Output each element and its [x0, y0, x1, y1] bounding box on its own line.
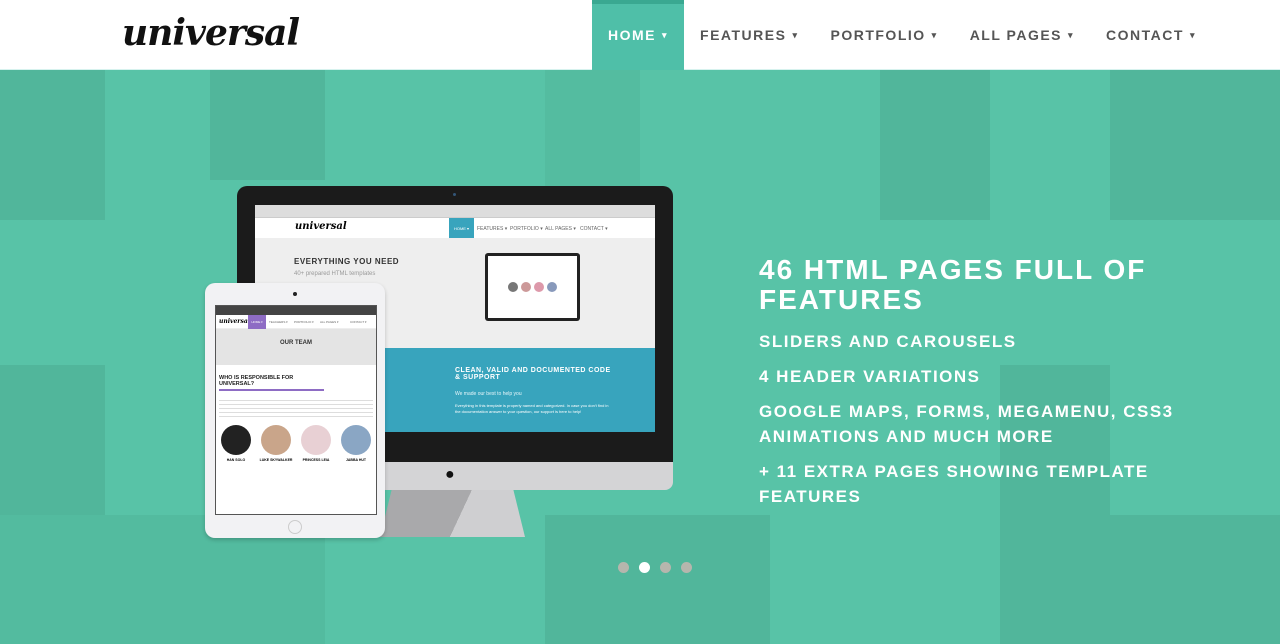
- tablet-status-bar: [216, 306, 376, 315]
- tablet-banner: OUR TEAM: [216, 329, 376, 365]
- team-member: LUKE SKYWALKER: [257, 425, 295, 462]
- laptop-image: [485, 253, 580, 321]
- feature-item: 4 HEADER VARIATIONS: [759, 367, 981, 386]
- nav-label: PORTFOLIO: [830, 27, 926, 43]
- mock-nav-item: CONTACT ▾: [350, 320, 367, 324]
- team-list: HAN SOLO LUKE SKYWALKER PRINCESS LEIA JA…: [216, 425, 376, 462]
- tablet-text-lines: [219, 397, 373, 419]
- member-name: HAN SOLO: [226, 458, 246, 462]
- member-name: PRINCESS LEIA: [302, 458, 330, 462]
- bg-photo-tile: [1110, 70, 1280, 220]
- band-sub: We made our best to help you: [455, 391, 522, 397]
- navbar: universal HOME ▾ FEATURES ▾ PORTFOLIO ▾ ALL…: [0, 0, 1280, 70]
- camera-dot: [453, 193, 456, 196]
- carousel-dot-1[interactable]: [618, 562, 629, 573]
- mock-nav-item: HOME ▾: [248, 315, 266, 329]
- nav-home[interactable]: HOME ▾: [592, 0, 685, 70]
- feature-item: SLIDERS AND CAROUSELS: [759, 332, 1017, 351]
- mock-nav-item: ALL PAGES ▾: [320, 320, 339, 324]
- mock-nav-item: CONTACT ▾: [580, 226, 608, 232]
- bg-photo-tile: [545, 515, 770, 644]
- bg-photo-tile: [880, 70, 990, 220]
- tablet-mockup: universal HOME ▾ TEACHERS ▾ PORTFOLIO ▾ …: [205, 283, 385, 538]
- mock-nav-item: PORTFOLIO ▾: [510, 226, 543, 232]
- team-member: JABBA HUT: [337, 425, 375, 462]
- mock-heading: EVERYTHING YOU NEED: [294, 257, 400, 266]
- hero-copy: 46 HTML PAGES FULL OF FEATURES SLIDERS A…: [759, 255, 1189, 519]
- nav-all-pages[interactable]: ALL PAGES ▾: [954, 0, 1090, 70]
- mock-sub: 40+ prepared HTML templates: [294, 271, 376, 277]
- home-button-icon: [288, 520, 302, 534]
- apple-logo-icon: ●: [445, 466, 455, 483]
- caret-down-icon: ▾: [662, 29, 669, 40]
- browser-bar: [255, 205, 655, 218]
- tablet-heading: WHO IS RESPONSIBLE FOR UNIVERSAL?: [219, 375, 324, 391]
- nav-label: CONTACT: [1106, 27, 1184, 43]
- carousel-dot-3[interactable]: [660, 562, 671, 573]
- member-name: LUKE SKYWALKER: [259, 458, 293, 462]
- mock-nav-item: FEATURES ▾: [477, 226, 508, 232]
- caret-down-icon: ▾: [792, 29, 799, 40]
- carousel-dot-2[interactable]: [639, 562, 650, 573]
- caret-down-icon: ▾: [1189, 29, 1196, 40]
- nav-label: FEATURES: [700, 27, 787, 43]
- carousel-dot-4[interactable]: [681, 562, 692, 573]
- tablet-navbar: universal HOME ▾ TEACHERS ▾ PORTFOLIO ▾ …: [216, 315, 376, 329]
- team-member: HAN SOLO: [217, 425, 255, 462]
- mock-nav-item: HOME ▾: [449, 218, 474, 238]
- logo[interactable]: universal: [122, 12, 300, 54]
- mock-logo: universal: [219, 318, 251, 325]
- bg-photo-tile: [1000, 515, 1280, 644]
- main-menu: HOME ▾ FEATURES ▾ PORTFOLIO ▾ ALL PAGES ▾ CO…: [592, 0, 1212, 70]
- feature-item: + 11 EXTRA PAGES SHOWING TEMPLATE FEATUR…: [759, 462, 1149, 506]
- nav-label: ALL PAGES: [969, 27, 1063, 43]
- nav-portfolio[interactable]: PORTFOLIO ▾: [814, 0, 953, 70]
- member-name: JABBA HUT: [345, 458, 367, 462]
- mock-nav-item: PORTFOLIO ▾: [294, 320, 314, 324]
- nav-features[interactable]: FEATURES ▾: [684, 0, 814, 70]
- mock-nav-item: ALL PAGES ▾: [545, 226, 576, 232]
- band-text: Everything in this template is properly …: [455, 403, 609, 414]
- mock-navbar: universal HOME ▾ FEATURES ▾ PORTFOLIO ▾ …: [255, 218, 655, 238]
- band-title: CLEAN, VALID AND DOCUMENTED CODE & SUPPO…: [455, 367, 611, 381]
- team-member: PRINCESS LEIA: [297, 425, 335, 462]
- feature-item: GOOGLE MAPS, FORMS, MEGAMENU, CSS3 ANIMA…: [759, 402, 1174, 446]
- hero-slider: 46 HTML PAGES FULL OF FEATURES SLIDERS A…: [0, 70, 1280, 644]
- bg-photo-tile: [210, 70, 325, 180]
- monitor-stand: [380, 490, 525, 537]
- hero-title: 46 HTML PAGES FULL OF FEATURES: [759, 254, 1147, 315]
- bg-photo-tile: [0, 70, 105, 220]
- tablet-screen: universal HOME ▾ TEACHERS ▾ PORTFOLIO ▾ …: [215, 305, 377, 515]
- caret-down-icon: ▾: [1068, 29, 1075, 40]
- mock-nav-item: TEACHERS ▾: [269, 320, 288, 324]
- nav-label: HOME: [608, 27, 656, 43]
- tablet-camera: [293, 292, 297, 296]
- caret-down-icon: ▾: [931, 29, 938, 40]
- carousel-dots: [618, 562, 692, 573]
- nav-contact[interactable]: CONTACT ▾: [1090, 0, 1212, 70]
- mock-logo: universal: [295, 221, 347, 232]
- bg-photo-tile: [0, 365, 105, 515]
